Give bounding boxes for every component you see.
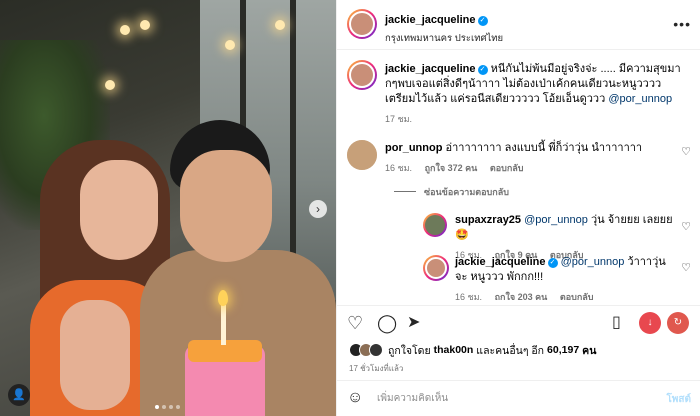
- comment-icon[interactable]: ◯: [377, 314, 397, 332]
- hide-replies-button[interactable]: ซ่อนข้อความตอบกลับ: [394, 185, 509, 199]
- reply-mention[interactable]: @por_unnop: [524, 214, 588, 226]
- caption: jackie_jacqueline ✓ หนีกันไม่พ้นมีอยู่จริ…: [385, 62, 685, 127]
- reply-likes[interactable]: ถูกใจ 203 คน: [495, 292, 548, 300]
- comments-list: jackie_jacqueline ✓ หนีกันไม่พ้นมีอยู่จริ…: [337, 50, 700, 300]
- share-icon[interactable]: ➤: [407, 314, 420, 332]
- comment-text: อ่าาาาาาาา ลงแบบนี้ พี่ก็ว่าวุ่น นำาาาาา…: [445, 142, 643, 154]
- reply-mention[interactable]: @por_unnop: [561, 256, 625, 268]
- reply-button[interactable]: ตอบกลับ: [490, 163, 524, 173]
- caption-mention[interactable]: @por_unnop: [608, 93, 672, 105]
- action-bar: ♡ ◯ ➤ ▯ ↓ ↻: [337, 305, 700, 339]
- reply-button[interactable]: ตอบกลับ: [560, 292, 594, 300]
- reply-username[interactable]: supaxzray25: [455, 214, 521, 226]
- likes-summary: ถูกใจโดย thak00n และคนอื่นๆ อีก 60,197 ค…: [349, 340, 596, 360]
- post-photo[interactable]: › 👤: [0, 0, 336, 416]
- bookmark-icon[interactable]: ▯: [612, 314, 621, 332]
- comment-time[interactable]: 16 ชม.: [385, 163, 412, 173]
- verified-icon: ✓: [547, 258, 558, 268]
- author-username[interactable]: jackie_jacqueline: [385, 14, 476, 26]
- download-icon[interactable]: ↓: [639, 312, 661, 334]
- verified-icon: ✓: [477, 65, 488, 75]
- post-details-panel: jackie_jacqueline ✓ กรุงเทพมหานคร ประเทศไ…: [336, 0, 700, 416]
- candle-flame: [218, 290, 228, 306]
- user-tag-icon[interactable]: 👤: [8, 384, 30, 406]
- post-location[interactable]: กรุงเทพมหานคร ประเทศไทย: [385, 31, 503, 46]
- comment-username[interactable]: por_unnop: [385, 142, 442, 154]
- verified-icon: ✓: [477, 16, 488, 26]
- avatar[interactable]: [347, 60, 377, 90]
- reply-username[interactable]: jackie_jacqueline: [455, 256, 546, 268]
- emoji-icon[interactable]: ☺: [347, 389, 363, 407]
- avatar[interactable]: [347, 9, 377, 39]
- carousel-dots: [155, 405, 180, 409]
- comment-input[interactable]: เพิ่มความคิดเห็น: [377, 391, 448, 406]
- caption-username[interactable]: jackie_jacqueline: [385, 63, 476, 75]
- likes-count[interactable]: 60,197: [547, 344, 579, 356]
- refresh-icon[interactable]: ↻: [667, 312, 689, 334]
- reply-item: jackie_jacqueline ✓ @por_unnop ว้าาาวุ่นจ…: [455, 255, 675, 300]
- post-button[interactable]: โพสต์: [666, 392, 691, 407]
- comment-likes[interactable]: ถูกใจ 372 คน: [425, 163, 478, 173]
- liker-username[interactable]: thak00n: [434, 344, 474, 356]
- more-options-icon[interactable]: •••: [673, 16, 691, 32]
- caption-time[interactable]: 17 ชม.: [385, 114, 412, 124]
- add-comment-bar: ☺ เพิ่มความคิดเห็น โพสต์: [337, 380, 700, 416]
- avatar[interactable]: [423, 255, 449, 281]
- reply-heart-icon[interactable]: ♡: [681, 220, 691, 233]
- reply-time[interactable]: 16 ชม.: [455, 292, 482, 300]
- avatar[interactable]: [423, 213, 447, 237]
- comment-item: por_unnop อ่าาาาาาาา ลงแบบนี้ พี่ก็ว่าวุ…: [385, 141, 665, 176]
- post-time[interactable]: 17 ชั่วโมงที่แล้ว: [349, 362, 403, 375]
- comment-heart-icon[interactable]: ♡: [681, 145, 691, 158]
- next-photo-button[interactable]: ›: [309, 200, 327, 218]
- reply-heart-icon[interactable]: ♡: [681, 261, 691, 274]
- avatar[interactable]: [347, 140, 377, 170]
- heart-icon[interactable]: ♡: [347, 314, 363, 332]
- post-header: jackie_jacqueline ✓ กรุงเทพมหานคร ประเทศไ…: [337, 0, 700, 50]
